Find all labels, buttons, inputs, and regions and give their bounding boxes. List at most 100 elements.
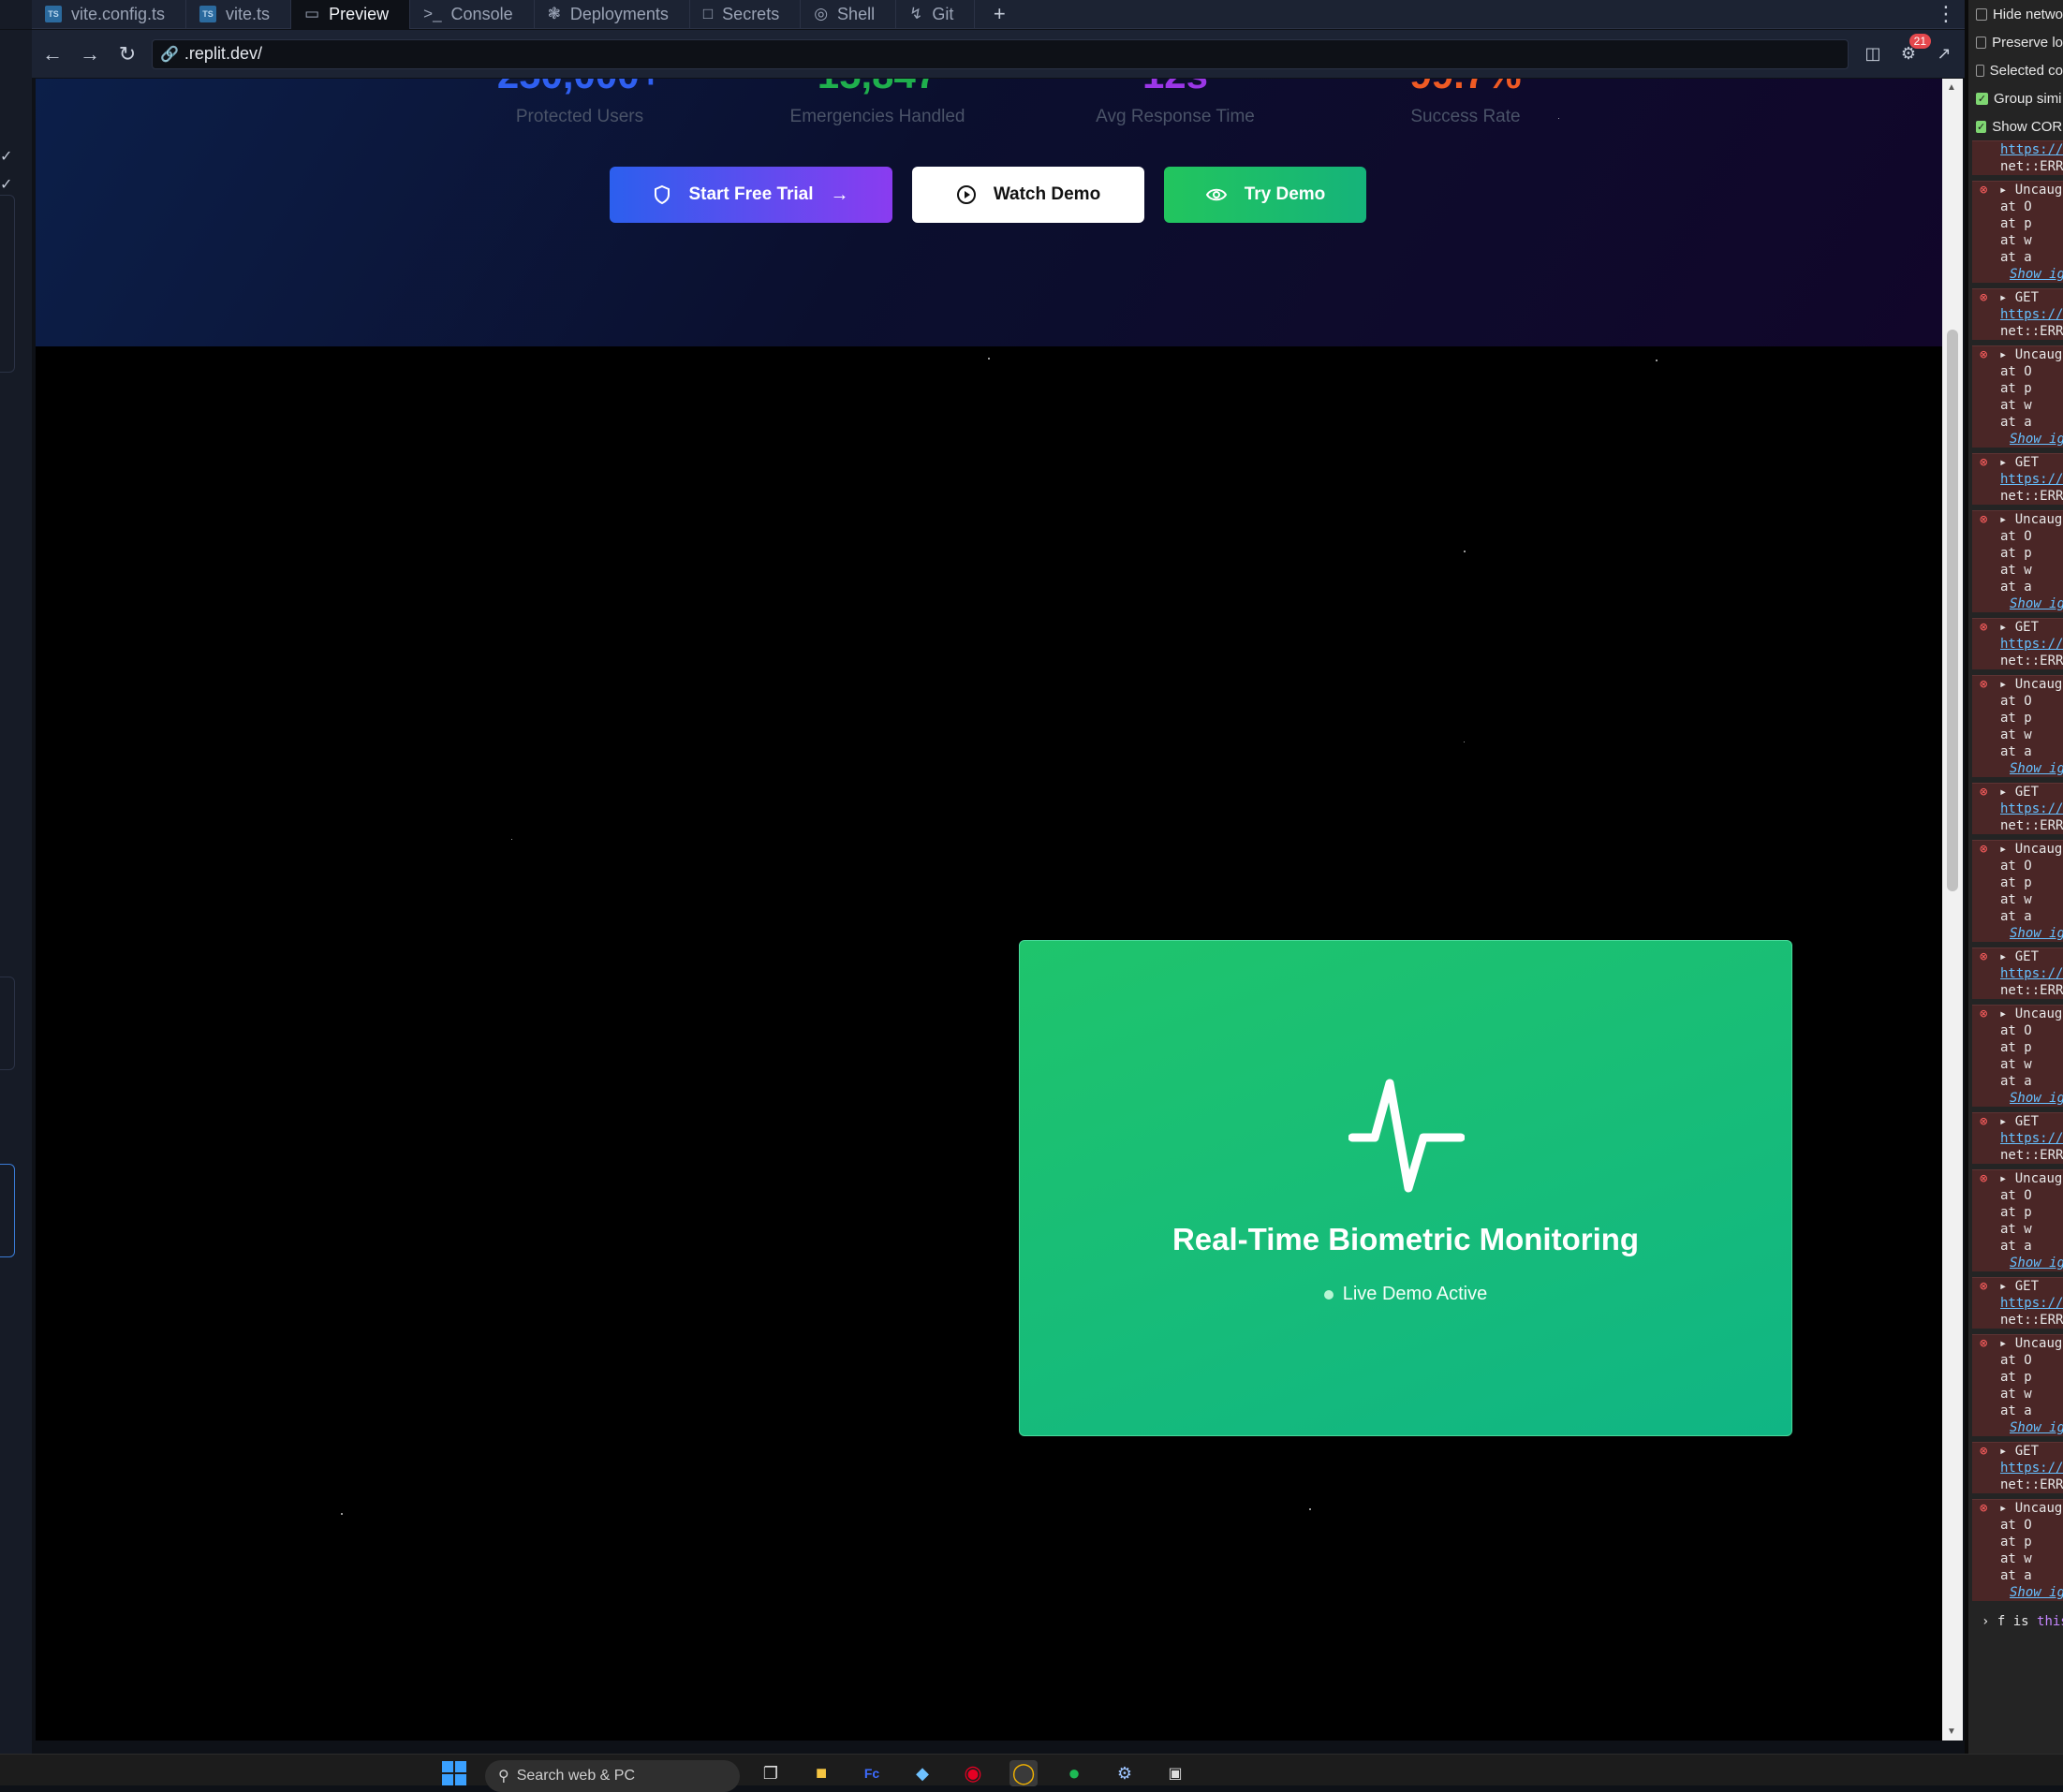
console-get-entry[interactable]: ⊗ ▸ GET https://net::ERR [1972,1112,2063,1164]
console-get-entry[interactable]: ⊗ ▸ GET https://net::ERR [1972,783,2063,834]
stack-frame-text: at w [2000,1551,2032,1566]
console-error-entry[interactable]: ⊗ ▸ Uncaug at Oat p at w at a Show ig [1972,840,2063,942]
net-error-text: net::ERR [2000,818,2063,833]
git-icon: ↯ [909,5,923,22]
tab-git[interactable]: ↯ Git [896,0,976,29]
tab-label: vite.config.ts [71,4,166,23]
console-error-entry[interactable]: ⊗ ▸ Uncaug at Oat p at w at a Show ig [1972,510,2063,612]
reload-icon[interactable]: ↻ [111,37,144,71]
app-fc-icon[interactable]: Fc [858,1760,886,1786]
console-get-entry[interactable]: ⊗ ▸ GET https://net::ERR [1972,453,2063,505]
url-input[interactable]: 🔗 .replit.dev/ [152,38,1849,69]
console-error-entry[interactable]: ⊗ ▸ Uncaug at Oat p at w at a Show ig [1972,1499,2063,1601]
collapsed-panel[interactable] [0,1164,15,1257]
console-error-entry[interactable]: ⊗ ▸ Uncaug at Oat p at w at a Show ig [1972,1169,2063,1271]
stack-frame-text: at O [2000,1353,2032,1368]
hero-section: 250,000+ Protected Users 15,847 Emergenc… [36,79,1942,346]
console-error-entry[interactable]: ⊗ ▸ Uncaug at Oat p at w at a Show ig [1972,181,2063,283]
stack-frame: at w [1980,891,2063,908]
preview-viewport[interactable]: 250,000+ Protected Users 15,847 Emergenc… [36,79,1942,1741]
preview-address-bar: ← → ↻ 🔗 .replit.dev/ ◫ ⚙ 21 ↗ [0,30,1965,78]
star [1558,118,1559,119]
console-error-entry[interactable]: ⊗ ▸ Uncaug at Oat p at w at a Show ig [1972,1005,2063,1107]
checkbox[interactable] [1976,7,1987,21]
address-gutter [0,30,32,78]
button-label: Try Demo [1244,184,1326,204]
console-get-entry[interactable]: ⊗ ▸ GET https://net::ERR [1972,947,2063,999]
console-entry[interactable]: https://net::ERR [1972,140,2063,175]
try-demo-button[interactable]: Try Demo [1164,167,1366,223]
tab-console[interactable]: >_ Console [410,0,535,29]
uncaught-error: ⊗ ▸ Uncaug [1980,842,2063,857]
spotify-icon[interactable]: ● [1060,1760,1088,1786]
more-options-icon[interactable]: ⋮ [1927,2,1965,26]
get-request-text: GET [2014,1444,2040,1459]
stack-frame: at w [1980,232,2063,249]
option-preserve-log[interactable]: Preserve lo [1968,28,2063,56]
stack-frame-text: at a [2000,250,2032,265]
scroll-down-icon[interactable]: ▼ [1947,1726,1956,1737]
open-external-icon[interactable]: ↗ [1933,43,1955,66]
start-free-trial-button[interactable]: Start Free Trial → [610,167,892,223]
tab-preview[interactable]: ▭ Preview [291,0,411,29]
scroll-thumb[interactable] [1947,330,1958,891]
show-ignored-link: Show ig [1980,925,2063,942]
console-error-entry[interactable]: ⊗ ▸ Uncaug at Oat p at w at a Show ig [1972,345,2063,448]
devtools-icon[interactable]: ⚙ 21 [1897,33,1931,66]
tab-vite-ts[interactable]: TS vite.ts [186,0,292,29]
chrome-icon[interactable]: ◯ [1009,1760,1038,1786]
tab-secrets[interactable]: □ Secrets [690,0,802,29]
tab-label: Shell [837,4,876,23]
devices-icon[interactable]: ◫ [1862,43,1884,66]
console-get-entry[interactable]: ⊗ ▸ GET https://net::ERR [1972,1277,2063,1329]
biometric-monitoring-card[interactable]: Real-Time Biometric Monitoring Live Demo… [1019,940,1792,1436]
checkbox[interactable] [1976,36,1987,49]
checkbox[interactable] [1976,64,1984,77]
collapsed-panel[interactable] [0,195,15,373]
checkbox[interactable]: ✓ [1976,120,1987,133]
console-get-entry[interactable]: ⊗ ▸ GET https://net::ERR [1972,618,2063,669]
add-tab-button[interactable]: + [980,0,1018,29]
typescript-icon: TS [199,6,217,22]
taskbar-search-input[interactable]: ⚲ Search web & PC [485,1760,740,1792]
scroll-up-icon[interactable]: ▲ [1947,82,1956,93]
option-show-cors[interactable]: ✓ Show CORS [1968,112,2063,140]
pinterest-icon[interactable]: ◉ [959,1760,987,1786]
request-url-text: https:// [2000,1296,2063,1311]
get-request: ⊗ ▸ GET [1980,455,2040,470]
checkbox[interactable]: ✓ [1976,92,1988,105]
net-error-text: net::ERR [2000,1313,2063,1328]
app-kodi-icon[interactable]: ◆ [908,1760,936,1786]
watch-demo-button[interactable]: Watch Demo [912,167,1144,223]
console-error-entry[interactable]: ⊗ ▸ Uncaug at Oat p at w at a Show ig [1972,675,2063,777]
option-group-similar[interactable]: ✓ Group simi [1968,84,2063,112]
status-dot [1323,1289,1334,1300]
file-explorer-icon[interactable]: ■ [807,1760,835,1786]
console-get-entry[interactable]: ⊗ ▸ GET https://net::ERR [1972,288,2063,340]
task-view-icon[interactable]: ❐ [757,1760,785,1786]
option-hide-network[interactable]: Hide netwo [1968,0,2063,28]
net-error: net::ERR [1980,1476,2063,1493]
tab-vite-config[interactable]: TS vite.config.ts [32,0,187,29]
request-url-text: https:// [2000,1131,2063,1146]
stack-frame-text: at O [2000,859,2032,874]
steam-icon[interactable]: ⚙ [1111,1760,1139,1786]
tab-shell[interactable]: ◎ Shell [801,0,897,29]
tab-deployments[interactable]: ❃ Deployments [535,0,690,29]
star [1309,1508,1311,1510]
stat-label: Avg Response Time [1096,107,1255,126]
get-request-text: GET [2014,1114,2040,1129]
console-prompt[interactable]: › f is this [1968,1601,2063,1629]
console-error-entry[interactable]: ⊗ ▸ Uncaug at Oat p at w at a Show ig [1972,1334,2063,1436]
net-error: net::ERR [1980,1312,2063,1329]
terminal-app-icon[interactable]: ▣ [1161,1760,1189,1786]
back-arrow-icon[interactable]: ← [36,37,69,71]
stack-frame: at w [1980,562,2063,579]
forward-arrow-icon[interactable]: → [73,37,107,71]
option-selected-context[interactable]: Selected co [1968,56,2063,84]
preview-scrollbar[interactable]: ▲ ▼ [1942,79,1963,1741]
collapsed-panel[interactable] [0,977,15,1070]
console-get-entry[interactable]: ⊗ ▸ GET https://net::ERR [1972,1442,2063,1493]
windows-start-icon[interactable] [440,1760,468,1786]
uncaught-error: ⊗ ▸ Uncaug [1980,1501,2063,1516]
